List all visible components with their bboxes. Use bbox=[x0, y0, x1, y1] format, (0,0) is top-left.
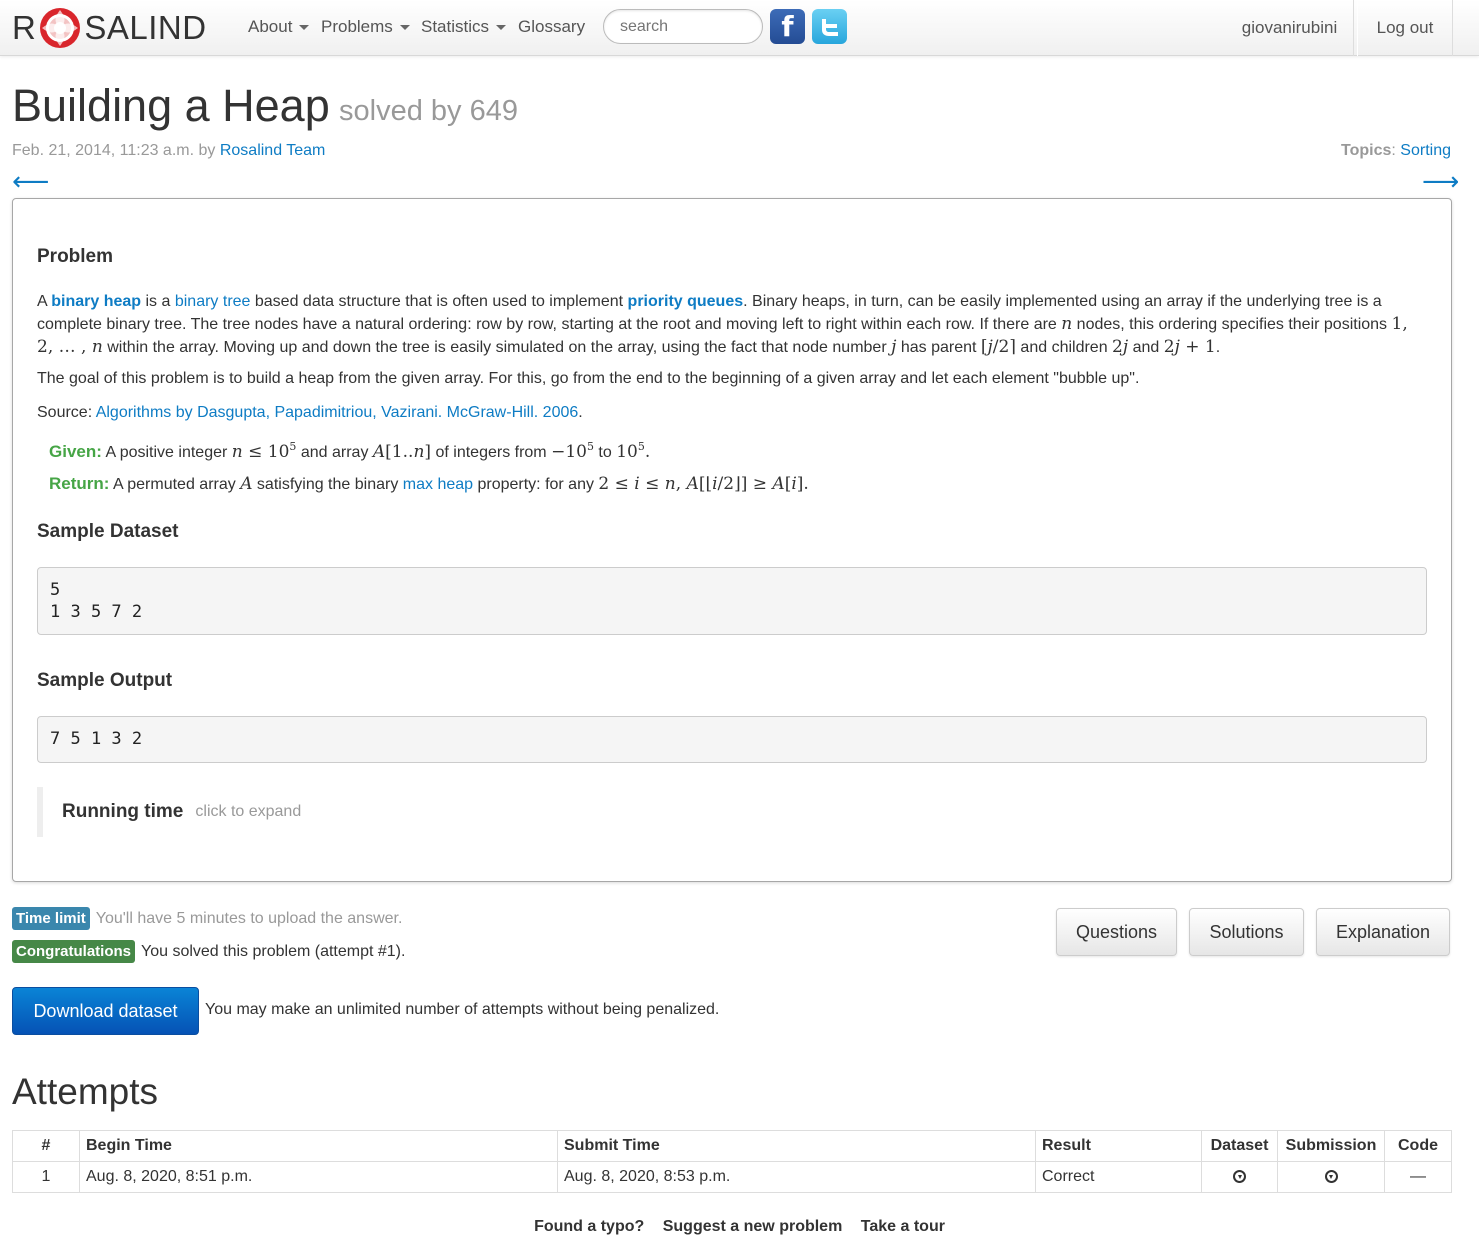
explanation-button[interactable]: Explanation bbox=[1316, 908, 1450, 956]
problem-paragraph-2: The goal of this problem is to build a h… bbox=[37, 370, 1140, 387]
attempts-note: You may make an unlimited number of atte… bbox=[205, 1001, 720, 1018]
questions-button[interactable]: Questions bbox=[1056, 908, 1177, 956]
column-header: Result bbox=[1035, 1130, 1202, 1162]
nav-about-label: About bbox=[248, 17, 293, 36]
return-label: Return: bbox=[49, 474, 110, 493]
nav-problems-label: Problems bbox=[321, 17, 393, 36]
glossary-link-priority-queues[interactable]: priority queues bbox=[628, 293, 744, 310]
facebook-icon[interactable]: f bbox=[770, 9, 805, 44]
topics-label: Topics bbox=[1341, 142, 1392, 159]
running-time-toggle[interactable]: Running time click to expand bbox=[37, 787, 301, 837]
nav-about[interactable]: About bbox=[248, 17, 310, 37]
nav-glossary-label: Glossary bbox=[518, 17, 586, 36]
time-limit-text: You'll have 5 minutes to upload the answ… bbox=[95, 909, 403, 927]
problem-given: Given: A positive integer n ≤ 105 and ar… bbox=[49, 440, 651, 462]
congrats-row: Congratulations You solved this problem … bbox=[12, 940, 405, 963]
logout-link[interactable]: Log out bbox=[1357, 0, 1453, 56]
nav-problems[interactable]: Problems bbox=[321, 17, 410, 37]
sample-dataset: 5 1 3 5 7 2 bbox=[37, 567, 1427, 635]
submission-download-cell bbox=[1277, 1161, 1385, 1193]
download-dataset-button[interactable]: Download dataset bbox=[12, 987, 199, 1035]
problem-paragraph-1: A binary heap is a binary tree based dat… bbox=[37, 293, 1408, 357]
next-problem-arrow-icon[interactable]: ⟶ bbox=[1422, 166, 1459, 197]
nav-statistics[interactable]: Statistics bbox=[421, 17, 507, 37]
column-header: Dataset bbox=[1201, 1130, 1278, 1162]
footer: Found a typo? Suggest a new problem Take… bbox=[0, 1218, 1479, 1236]
brand-text-salind: SALIND bbox=[84, 9, 207, 46]
twitter-icon[interactable] bbox=[812, 9, 847, 44]
author-link[interactable]: Rosalind Team bbox=[220, 142, 326, 159]
begin-time: Aug. 8, 2020, 8:51 p.m. bbox=[79, 1161, 558, 1193]
glossary-link-max-heap[interactable]: max heap bbox=[403, 476, 473, 493]
suggest-problem-link[interactable]: Suggest a new problem bbox=[663, 1218, 843, 1235]
brand-text-r: R bbox=[12, 9, 37, 46]
attempts-table: # Begin Time Submit Time Result Dataset … bbox=[12, 1130, 1452, 1193]
search-input[interactable] bbox=[603, 9, 763, 44]
problem-source: Source: Algorithms by Dasgupta, Papadimi… bbox=[37, 404, 583, 421]
attempt-number: 1 bbox=[12, 1161, 80, 1193]
congrats-badge: Congratulations bbox=[12, 940, 135, 963]
rosalind-logo[interactable]: R SALIND bbox=[12, 5, 207, 51]
chevron-down-icon bbox=[399, 24, 410, 30]
chevron-down-icon bbox=[299, 24, 310, 30]
topic-link-sorting[interactable]: Sorting bbox=[1400, 142, 1451, 159]
nav-glossary[interactable]: Glossary bbox=[518, 17, 585, 37]
topics: Topics: Sorting bbox=[1341, 142, 1451, 159]
time-limit-row: Time limit You'll have 5 minutes to uplo… bbox=[12, 907, 402, 930]
prev-problem-arrow-icon[interactable]: ⟵ bbox=[12, 166, 49, 197]
problem-box: Problem A binary heap is a binary tree b… bbox=[12, 198, 1452, 882]
rosalind-flower-icon bbox=[40, 8, 81, 48]
glossary-link-binary-tree[interactable]: binary tree bbox=[175, 293, 251, 310]
problem-date: Feb. 21, 2014, 11:23 a.m. by bbox=[12, 142, 216, 159]
problem-meta: Feb. 21, 2014, 11:23 a.m. by Rosalind Te… bbox=[12, 142, 325, 160]
given-label: Given: bbox=[49, 442, 102, 461]
solved-by-count[interactable]: solved by 649 bbox=[339, 95, 518, 128]
sample-dataset-heading: Sample Dataset bbox=[37, 521, 179, 542]
submit-time: Aug. 8, 2020, 8:53 p.m. bbox=[557, 1161, 1036, 1193]
user-profile-link[interactable]: giovanirubini bbox=[1226, 0, 1354, 56]
running-time-label: Running time bbox=[62, 801, 184, 822]
problem-heading: Problem bbox=[37, 246, 114, 267]
sample-output: 7 5 1 3 2 bbox=[37, 716, 1427, 763]
attempts-heading: Attempts bbox=[12, 1071, 158, 1112]
congrats-text: You solved this problem (attempt #1). bbox=[141, 942, 406, 960]
take-tour-link[interactable]: Take a tour bbox=[861, 1218, 945, 1235]
click-to-expand-hint: click to expand bbox=[195, 803, 302, 820]
time-limit-badge: Time limit bbox=[12, 907, 90, 930]
download-circle-icon[interactable] bbox=[1324, 1170, 1338, 1184]
dataset-download-cell bbox=[1201, 1161, 1278, 1193]
source-label: Source: bbox=[37, 404, 93, 421]
code-cell: — bbox=[1384, 1161, 1452, 1193]
chevron-down-icon bbox=[496, 24, 507, 30]
column-header: Submission bbox=[1277, 1130, 1385, 1162]
column-header: Code bbox=[1384, 1130, 1452, 1162]
table-header-row: # Begin Time Submit Time Result Dataset … bbox=[12, 1130, 1452, 1162]
nav-statistics-label: Statistics bbox=[421, 17, 490, 36]
glossary-link-binary-heap[interactable]: binary heap bbox=[51, 293, 141, 310]
column-header: Submit Time bbox=[557, 1130, 1036, 1162]
column-header: # bbox=[12, 1130, 80, 1162]
found-typo-link[interactable]: Found a typo? bbox=[534, 1218, 644, 1235]
problem-return: Return: A permuted array A satisfying th… bbox=[49, 474, 809, 494]
page-title: Building a Heap bbox=[12, 80, 330, 131]
result: Correct bbox=[1035, 1161, 1202, 1193]
sample-output-heading: Sample Output bbox=[37, 670, 173, 691]
download-circle-icon[interactable] bbox=[1233, 1170, 1246, 1184]
table-row: 1 Aug. 8, 2020, 8:51 p.m. Aug. 8, 2020, … bbox=[12, 1161, 1452, 1193]
column-header: Begin Time bbox=[79, 1130, 558, 1162]
source-link[interactable]: Algorithms by Dasgupta, Papadimitriou, V… bbox=[96, 404, 579, 421]
navbar: R SALIND About Problems Statistics Gloss… bbox=[0, 0, 1479, 56]
solutions-button[interactable]: Solutions bbox=[1189, 908, 1304, 956]
